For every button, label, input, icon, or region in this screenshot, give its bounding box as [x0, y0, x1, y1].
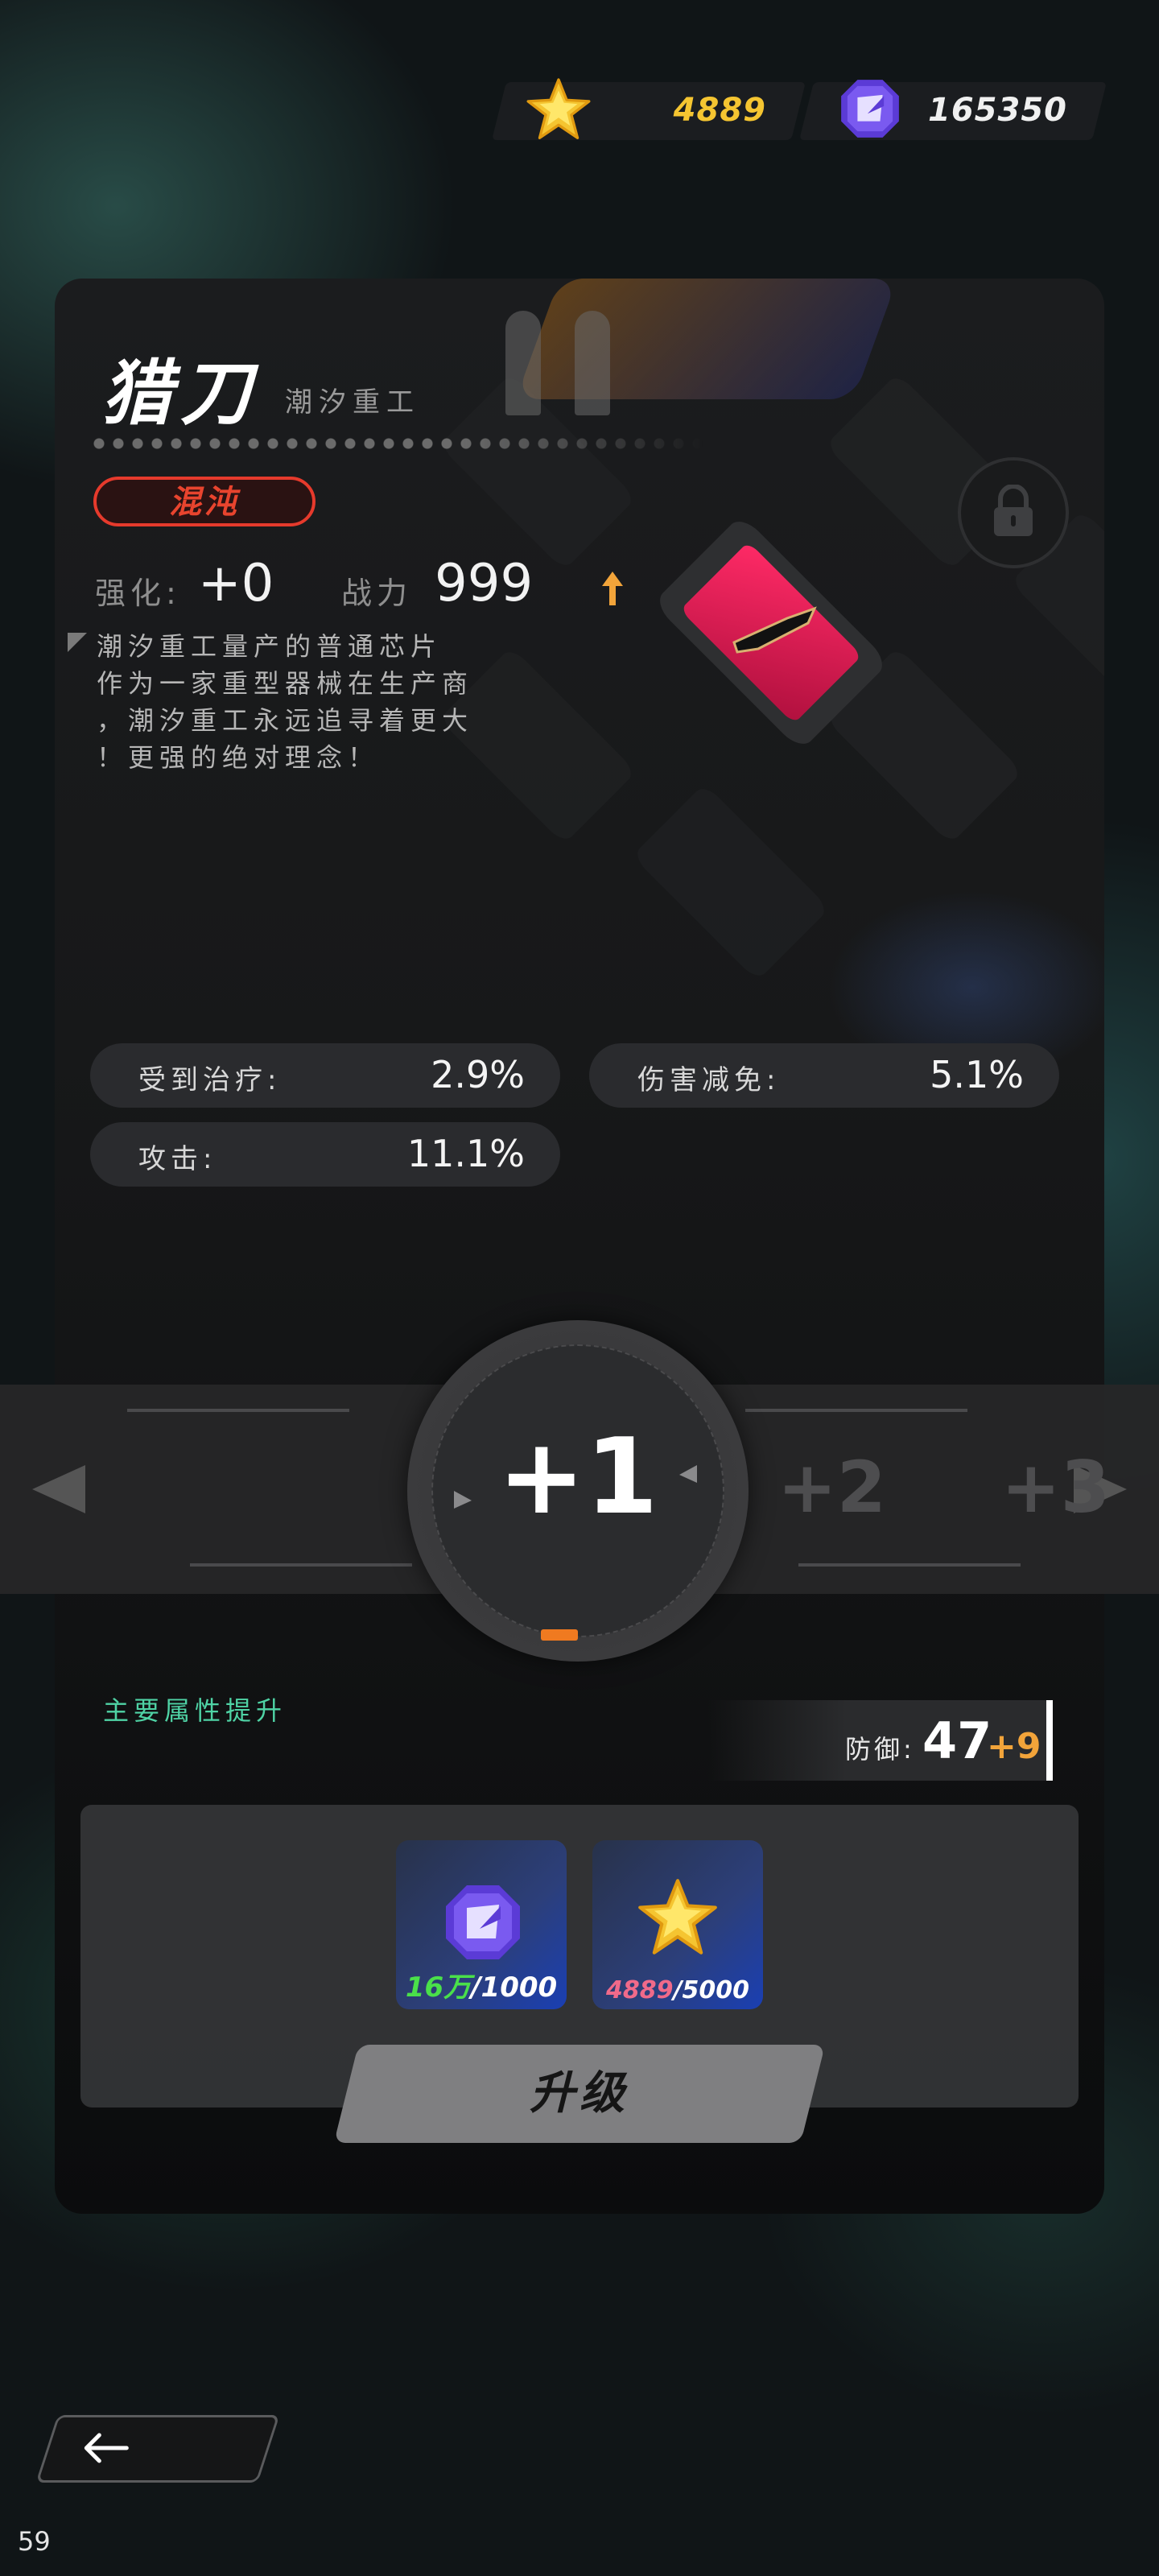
stat-value: 11.1%	[406, 1132, 525, 1175]
cost-text: 16万/1000	[396, 1965, 567, 2004]
stat-pill: 伤害减免: 5.1%	[589, 1043, 1059, 1108]
defense-attribute-row: 防御: 47 +9	[708, 1700, 1053, 1781]
blade-icon	[732, 606, 817, 654]
star-count: 4889	[673, 92, 766, 129]
lock-icon	[994, 485, 1033, 536]
level-option-2[interactable]: +2	[777, 1446, 886, 1529]
band-line	[190, 1563, 412, 1567]
arrow-up-icon	[602, 572, 623, 605]
description-line: 潮汐重工量产的普通芯片	[97, 631, 443, 662]
cost-need: /1000	[471, 1971, 558, 2004]
band-line	[798, 1563, 1021, 1567]
stat-value: 5.1%	[930, 1053, 1024, 1096]
corner-marker-icon	[68, 633, 87, 652]
level-option-3[interactable]: +3	[1001, 1446, 1110, 1529]
star-icon	[638, 1879, 717, 1955]
stat-pill: 受到治疗: 2.9%	[90, 1043, 560, 1108]
cost-item-star: 4889/5000	[592, 1840, 763, 2009]
divider-dots	[92, 436, 703, 451]
star-currency-bar: 4889	[492, 78, 806, 140]
defense-label: 防御:	[845, 1734, 915, 1765]
enhance-label: 强化:	[95, 576, 181, 611]
prev-level-button[interactable]	[32, 1465, 85, 1513]
level-dial[interactable]: +1	[407, 1320, 749, 1662]
chip-name: 猎刀	[101, 351, 260, 435]
description-line: ！更强的绝对理念！	[97, 742, 380, 773]
main-attribute-upgrade-label: 主要属性提升	[103, 1695, 287, 1726]
crystal-icon	[446, 1885, 520, 1959]
selected-level: +1	[497, 1415, 658, 1538]
rarity-badge: 混沌	[93, 477, 316, 526]
lock-button[interactable]	[958, 457, 1069, 568]
cost-item-crystal: 16万/1000	[396, 1840, 567, 2009]
graffiti-decoration	[515, 279, 898, 399]
chip-emblem	[634, 514, 908, 752]
stat-label: 伤害减免:	[637, 1064, 781, 1096]
stat-label: 受到治疗:	[138, 1064, 282, 1096]
cost-have: 16万	[405, 1971, 472, 2004]
power-value: 999	[435, 554, 534, 613]
band-line	[745, 1409, 967, 1412]
upgrade-button-label: 升级	[530, 2067, 629, 2120]
cost-need: /5000	[673, 1976, 749, 2004]
crystal-currency-bar: 165350	[799, 80, 1107, 140]
bullet-decoration	[505, 311, 541, 415]
dial-indicator	[541, 1629, 578, 1641]
chip-description: 潮汐重工量产的普通芯片 作为一家重型器械在生产商 ，潮汐重工永远追寻着更大 ！更…	[97, 628, 547, 776]
back-button[interactable]	[35, 2415, 280, 2483]
upgrade-button[interactable]: 升级	[333, 2045, 826, 2143]
chip-maker: 潮汐重工	[285, 386, 420, 419]
fps-counter: 59	[18, 2526, 51, 2557]
enhance-row: 强化: +0 战力 999	[95, 554, 658, 623]
stat-value: 2.9%	[431, 1053, 525, 1096]
hex-tile	[632, 783, 830, 981]
description-line: ，潮汐重工永远追寻着更大	[97, 705, 474, 736]
cost-have: 4889	[606, 1976, 674, 2004]
defense-bar	[1046, 1700, 1053, 1781]
description-line: 作为一家重型器械在生产商	[97, 668, 474, 699]
enhance-value: +0	[198, 554, 274, 613]
bullet-decoration	[575, 311, 610, 415]
star-icon	[526, 78, 591, 139]
crystal-count: 165350	[928, 92, 1067, 129]
stat-pill: 攻击: 11.1%	[90, 1122, 560, 1187]
power-label: 战力	[341, 576, 413, 611]
rarity-label: 混沌	[169, 484, 240, 521]
stat-label: 攻击:	[138, 1143, 217, 1175]
crystal-icon	[841, 80, 899, 138]
arrow-left-icon	[84, 2433, 129, 2463]
defense-value: 47	[922, 1711, 992, 1770]
cost-text: 4889/5000	[592, 1976, 763, 2004]
defense-bonus: +9	[987, 1726, 1041, 1767]
band-line	[127, 1409, 349, 1412]
